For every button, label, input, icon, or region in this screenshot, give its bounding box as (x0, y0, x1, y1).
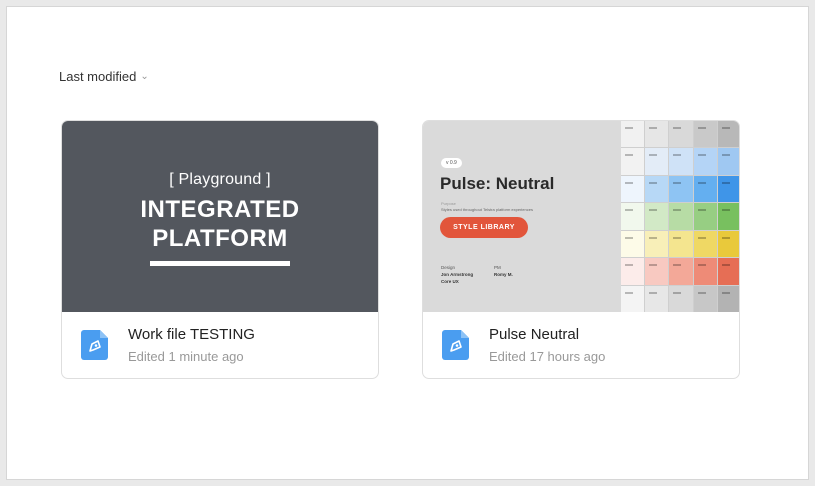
thumbnail-style-library-button: STYLE LIBRARY (440, 217, 528, 238)
thumbnail-team: Core UX (441, 279, 459, 284)
file-title: Work file TESTING (128, 326, 255, 343)
palette-swatch (645, 175, 669, 203)
palette-swatch (645, 230, 669, 258)
palette-swatch (693, 203, 717, 230)
palette-swatch (621, 148, 645, 175)
file-edited-time: Edited 17 hours ago (489, 349, 606, 364)
thumbnail-underline (150, 261, 290, 266)
palette-swatch (621, 121, 645, 148)
palette-swatch (645, 258, 669, 285)
palette-swatch (693, 148, 717, 175)
file-info: Pulse Neutral Edited 17 hours ago (423, 312, 739, 378)
thumbnail-purpose-text: Styles used throughout Telstra platform … (441, 207, 533, 212)
palette-swatch (645, 121, 669, 148)
sort-label: Last modified (59, 69, 137, 84)
thumbnail-playground-text: [ Playground ] (169, 171, 271, 188)
file-edited-time: Edited 1 minute ago (128, 349, 244, 364)
file-thumbnail: [ Playground ] INTEGRATED PLATFORM (62, 121, 378, 312)
palette-swatch (693, 175, 717, 203)
file-thumbnail: v 0.9 Pulse: Neutral Purpose Styles used… (423, 121, 739, 312)
palette-swatch (645, 285, 669, 312)
palette-swatch (717, 203, 739, 230)
palette-swatch (669, 285, 693, 312)
palette-swatch (717, 230, 739, 258)
file-title: Pulse Neutral (489, 326, 580, 343)
palette-swatch (717, 175, 739, 203)
thumbnail-color-palette (621, 121, 739, 312)
palette-swatch (621, 175, 645, 203)
palette-swatch (717, 258, 739, 285)
palette-swatch (669, 203, 693, 230)
design-file-icon (81, 330, 108, 360)
thumbnail-purpose-label: Purpose (441, 201, 456, 206)
palette-swatch (621, 285, 645, 312)
thumbnail-design-label: Design (441, 265, 456, 270)
files-panel: Last modified ⌄ [ Playground ] INTEGRATE… (6, 6, 809, 480)
palette-swatch (669, 175, 693, 203)
palette-swatch (669, 121, 693, 148)
palette-swatch (645, 148, 669, 175)
palette-swatch (621, 258, 645, 285)
thumbnail-version-badge: v 0.9 (441, 158, 462, 168)
palette-swatch (717, 285, 739, 312)
file-card-pulse-neutral[interactable]: v 0.9 Pulse: Neutral Purpose Styles used… (422, 120, 740, 379)
file-card-work-file[interactable]: [ Playground ] INTEGRATED PLATFORM Work … (61, 120, 379, 379)
palette-swatch (717, 121, 739, 148)
palette-swatch (693, 121, 717, 148)
thumbnail-pm-label: PM (494, 265, 501, 270)
palette-swatch (717, 148, 739, 175)
thumbnail-heading-line2: PLATFORM (152, 225, 288, 252)
palette-swatch (669, 148, 693, 175)
palette-swatch (645, 203, 669, 230)
palette-swatch (669, 258, 693, 285)
palette-swatch (621, 230, 645, 258)
palette-swatch (693, 258, 717, 285)
thumbnail-cover: v 0.9 Pulse: Neutral Purpose Styles used… (423, 121, 619, 312)
thumbnail-pm: Romy M. (494, 272, 513, 277)
palette-swatch (669, 230, 693, 258)
palette-swatch (693, 230, 717, 258)
file-info: Work file TESTING Edited 1 minute ago (62, 312, 378, 378)
thumbnail-designer: Jon Armstrong (441, 272, 474, 277)
design-file-icon (442, 330, 469, 360)
thumbnail-title: Pulse: Neutral (440, 174, 555, 193)
chevron-down-icon: ⌄ (140, 71, 149, 82)
sort-dropdown[interactable]: Last modified ⌄ (59, 69, 149, 84)
thumbnail-heading-line1: INTEGRATED (140, 196, 300, 223)
palette-swatch (693, 285, 717, 312)
palette-swatch (621, 203, 645, 230)
